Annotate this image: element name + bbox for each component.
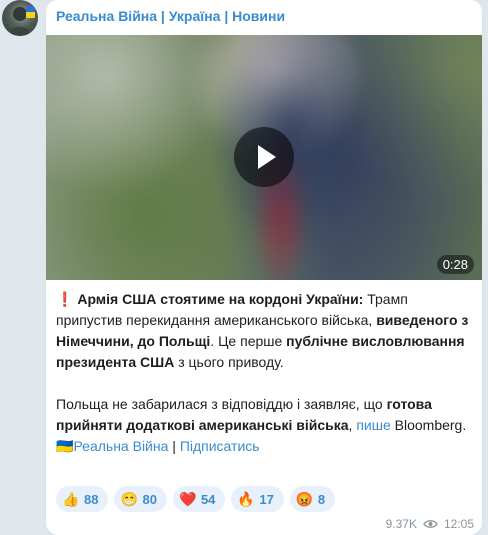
fire-icon: 🔥 <box>237 490 255 507</box>
grin-icon: 😁 <box>120 490 138 507</box>
channel-avatar[interactable] <box>2 0 38 36</box>
reaction-thumbs-up[interactable]: 👍 88 <box>56 486 109 512</box>
text-span: з цього приводу. <box>174 354 284 370</box>
reaction-count: 88 <box>84 491 99 507</box>
reaction-count: 8 <box>317 491 326 507</box>
headline: Армія США стоятиме на кордоні України: <box>77 291 364 307</box>
play-icon <box>258 145 276 169</box>
reaction-heart[interactable]: ❤️ 54 <box>172 486 226 512</box>
source-link[interactable]: пише <box>356 417 390 433</box>
reaction-angry[interactable]: 😡 8 <box>289 486 336 512</box>
message-time: 12:05 <box>443 517 474 531</box>
paragraph-1: ❗ Армія США стоятиме на кордоні України:… <box>56 289 476 373</box>
reaction-count: 17 <box>259 491 274 507</box>
angry-face-icon: 😡 <box>295 490 314 507</box>
video-duration: 0:28 <box>436 255 474 274</box>
ukraine-flag-icon: 🇺🇦 <box>56 438 74 454</box>
video-preview[interactable]: 0:28 <box>46 35 482 280</box>
reaction-count: 54 <box>200 491 216 507</box>
eye-icon <box>423 520 438 528</box>
thumbs-up-icon: 👍 <box>62 490 80 507</box>
message-meta: 9.37K 12:05 <box>386 517 474 531</box>
channel-name[interactable]: Реальна Війна | Україна | Новини <box>56 8 285 24</box>
text-span: Bloomberg. <box>390 417 467 433</box>
text-span: . Це перше <box>210 333 287 349</box>
exclamation-icon: ❗ <box>56 291 74 307</box>
reactions-bar: 👍 88 😁 80 ❤️ 54 🔥 17 😡 8 <box>56 486 336 513</box>
reaction-fire[interactable]: 🔥 17 <box>231 486 284 512</box>
reaction-grin[interactable]: 😁 80 <box>114 486 167 512</box>
message-bubble: Реальна Війна | Україна | Новини 0:28 ❗ … <box>46 0 482 535</box>
separator: | <box>168 438 180 454</box>
text-span: Польща не забарилася з відповіддю і заяв… <box>56 396 387 412</box>
play-button[interactable] <box>234 127 294 187</box>
paragraph-2: Польща не забарилася з відповіддю і заяв… <box>56 394 476 436</box>
subscribe-link[interactable]: Підписатись <box>180 438 260 454</box>
channel-link[interactable]: Реальна Війна <box>73 438 168 454</box>
reaction-count: 80 <box>142 491 157 507</box>
heart-icon: ❤️ <box>178 490 197 507</box>
message-text: ❗ Армія США стоятиме на кордоні України:… <box>56 289 476 457</box>
footer-links: 🇺🇦Реальна Війна | Підписатись <box>56 436 476 457</box>
view-count: 9.37K <box>385 517 417 531</box>
